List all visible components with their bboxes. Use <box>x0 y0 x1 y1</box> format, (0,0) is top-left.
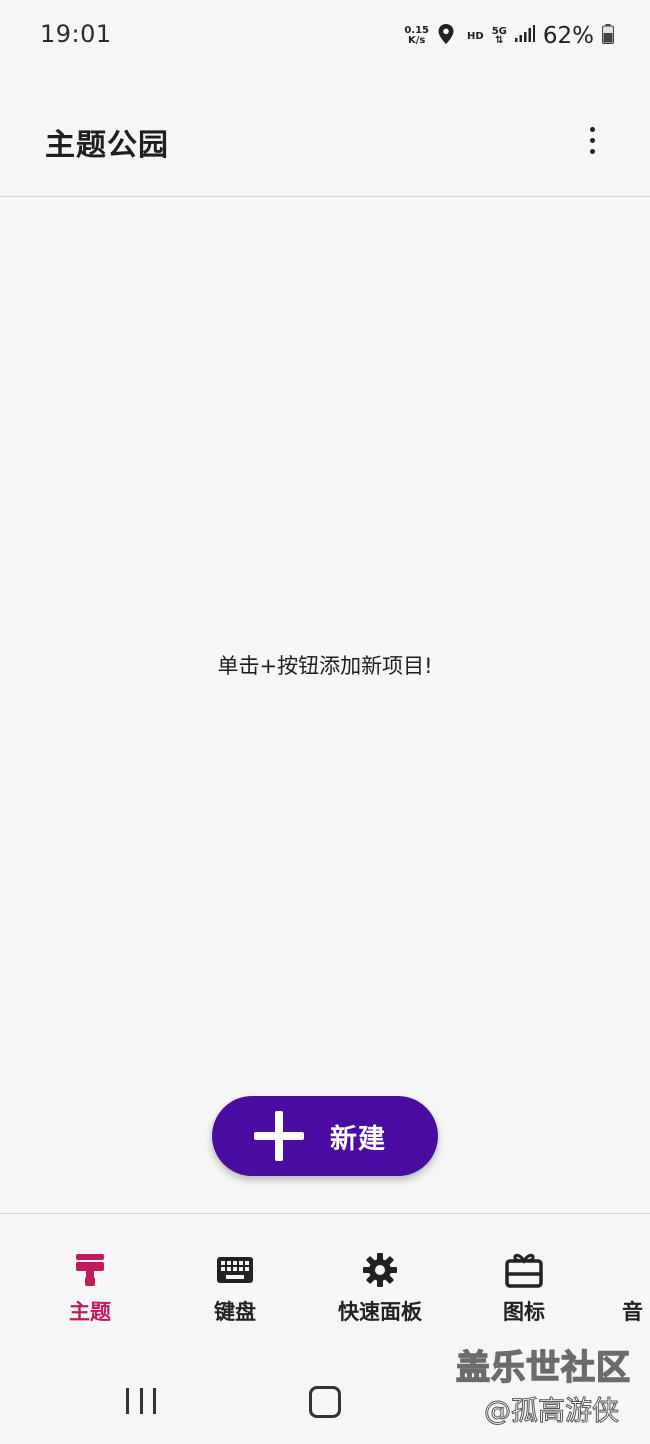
gear-icon <box>360 1250 400 1290</box>
network-type: 5G ⇅ <box>492 27 507 46</box>
nav-label-quick-panel: 快速面板 <box>338 1300 422 1324</box>
bottom-navigation: 主题 键盘 快速面板 图标 <box>0 1213 650 1334</box>
nav-item-icons[interactable]: 图标 <box>464 1250 584 1326</box>
new-item-button[interactable]: 新建 <box>212 1096 438 1176</box>
watermark-title: 盖乐世社区 <box>455 1347 631 1389</box>
more-vert-icon-dot <box>589 137 595 143</box>
recents-icon-bar <box>126 1388 129 1414</box>
data-arrows-icon: ⇅ <box>495 35 504 46</box>
status-bar: 19:01 0.15 K/s HD 5G ⇅ 62% <box>0 0 650 70</box>
recents-button[interactable] <box>126 1388 156 1414</box>
paint-brush-icon <box>70 1250 110 1290</box>
nav-item-keyboard[interactable]: 键盘 <box>175 1250 295 1326</box>
battery-icon <box>602 24 614 48</box>
new-item-button-label: 新建 <box>330 1123 386 1155</box>
nav-item-themes[interactable]: 主题 <box>30 1250 150 1326</box>
nav-label-keyboard: 键盘 <box>214 1300 256 1324</box>
more-vert-icon-dot <box>589 126 595 132</box>
plus-icon <box>254 1111 304 1161</box>
status-time: 19:01 <box>40 20 112 48</box>
nav-label-themes: 主题 <box>69 1300 111 1324</box>
more-options-button[interactable] <box>576 120 608 160</box>
network-speed-unit: K/s <box>408 35 426 46</box>
nav-item-partial[interactable]: 音 <box>622 1296 650 1326</box>
nav-label-icons: 图标 <box>503 1300 545 1324</box>
battery-percent: 62% <box>542 23 594 49</box>
nav-item-quick-panel[interactable]: 快速面板 <box>320 1250 440 1326</box>
recents-icon-bar <box>139 1388 143 1414</box>
page-title: 主题公园 <box>45 128 169 163</box>
empty-state-message: 单击+按钮添加新项目! <box>217 654 433 678</box>
location-icon <box>437 23 455 49</box>
hd-indicator: HD <box>467 30 484 42</box>
status-icons: 0.15 K/s HD 5G ⇅ 62% <box>404 21 614 51</box>
more-vert-icon-dot <box>589 148 595 154</box>
signal-icon <box>514 25 535 47</box>
keyboard-icon <box>215 1250 255 1290</box>
home-button[interactable] <box>309 1386 341 1418</box>
app-bar: 主题公园 <box>0 70 650 197</box>
recents-icon-bar <box>153 1388 156 1414</box>
gift-card-icon <box>504 1250 544 1290</box>
watermark-author: @孤高游侠 <box>484 1396 620 1428</box>
network-speed: 0.15 K/s <box>404 26 429 46</box>
